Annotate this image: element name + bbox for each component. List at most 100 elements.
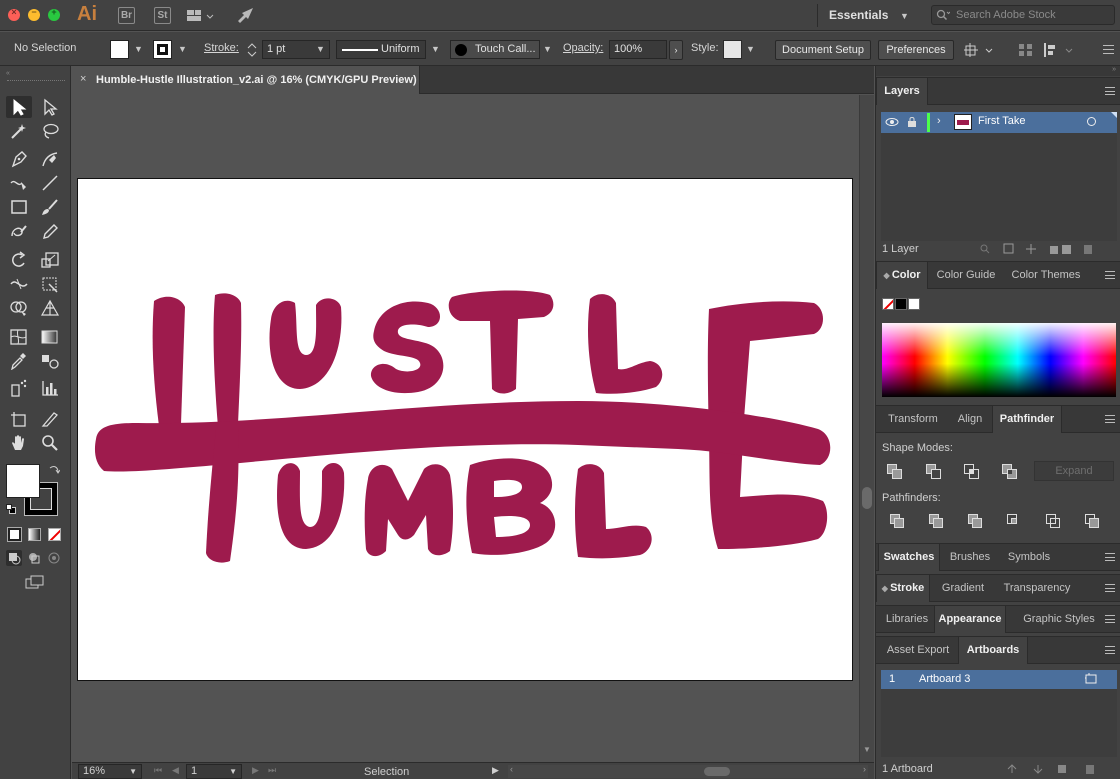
expand-layer-icon[interactable]: › — [937, 115, 941, 127]
trim-icon[interactable] — [929, 514, 945, 530]
shape-builder-tool-icon[interactable] — [6, 297, 32, 319]
scroll-down-icon[interactable]: ▼ — [863, 745, 871, 754]
lasso-tool-icon[interactable] — [37, 120, 63, 142]
scroll-thumb[interactable] — [862, 487, 872, 509]
divide-icon[interactable] — [890, 514, 906, 530]
visibility-eye-icon[interactable] — [885, 116, 899, 131]
next-artboard-icon[interactable]: ▶ — [252, 765, 259, 776]
artboard-tool-icon[interactable] — [6, 408, 32, 430]
artboard[interactable] — [77, 178, 853, 681]
arrange-documents-icon[interactable] — [186, 8, 216, 24]
appearance-tab[interactable]: Appearance — [934, 606, 1006, 633]
perspective-grid-tool-icon[interactable] — [37, 297, 63, 319]
artboard-name[interactable]: Artboard 3 — [919, 673, 970, 685]
direct-selection-tool-icon[interactable] — [37, 96, 63, 118]
rotate-tool-icon[interactable] — [6, 249, 32, 271]
color-spectrum[interactable] — [882, 323, 1116, 397]
document-setup-button[interactable]: Document Setup — [775, 40, 871, 60]
pencil-tool-icon[interactable] — [37, 220, 63, 242]
selection-align-icon[interactable] — [962, 41, 998, 59]
stock-button[interactable]: St — [154, 7, 171, 24]
minus-front-icon[interactable] — [926, 464, 942, 480]
eyedropper-tool-icon[interactable] — [6, 350, 32, 372]
hustle-humble-lettering[interactable] — [78, 179, 854, 682]
layer-name[interactable]: First Take — [978, 115, 1025, 127]
lock-icon[interactable] — [907, 116, 917, 131]
draw-behind-icon[interactable] — [26, 550, 42, 566]
opacity-field[interactable]: 100% — [609, 40, 667, 59]
first-artboard-icon[interactable]: ⏮ — [154, 765, 162, 776]
shaper-tool-icon[interactable] — [6, 220, 32, 242]
line-segment-tool-icon[interactable] — [37, 172, 63, 194]
color-themes-tab[interactable]: Color Themes — [1004, 262, 1088, 289]
selection-tool-icon[interactable] — [6, 96, 32, 118]
transform-tab[interactable]: Transform — [878, 406, 948, 433]
workspace-switcher[interactable]: Essentials — [829, 8, 888, 22]
stroke-label[interactable]: Stroke: — [204, 42, 239, 54]
draw-inside-icon[interactable] — [46, 550, 62, 566]
black-swatch[interactable] — [895, 298, 907, 310]
swatches-tab[interactable]: Swatches — [878, 544, 940, 571]
horizontal-scrollbar[interactable]: ‹ › — [508, 764, 868, 778]
stroke-menu-icon[interactable] — [1105, 584, 1115, 592]
fill-color-box[interactable] — [6, 464, 40, 498]
panel-menu-icon[interactable] — [1103, 45, 1114, 54]
stroke-dropdown-icon[interactable]: ▼ — [178, 44, 187, 54]
previous-artboard-icon[interactable]: ◀ — [172, 765, 179, 776]
opacity-label[interactable]: Opacity: — [563, 42, 603, 54]
color-mode-button[interactable] — [7, 527, 22, 542]
swap-fill-stroke-icon[interactable] — [48, 464, 61, 476]
last-artboard-icon[interactable]: ⏭ — [268, 765, 276, 776]
target-circle-icon[interactable] — [1087, 117, 1096, 126]
document-tab[interactable]: × Humble-Hustle Illustration_v2.ai @ 16%… — [72, 66, 420, 94]
minimize-window-button[interactable]: − — [28, 7, 40, 21]
pen-tool-icon[interactable] — [6, 148, 32, 170]
none-swatch[interactable] — [882, 298, 894, 310]
appearance-menu-icon[interactable] — [1105, 615, 1115, 623]
status-menu-icon[interactable]: ▶ — [492, 765, 499, 776]
brushes-tab[interactable]: Brushes — [942, 544, 998, 571]
artboards-tab[interactable]: Artboards — [958, 637, 1028, 664]
vertical-scrollbar[interactable]: ▼ — [859, 95, 874, 762]
fill-swatch[interactable] — [110, 40, 129, 59]
slice-tool-icon[interactable] — [37, 408, 63, 430]
gradient-tab[interactable]: Gradient — [933, 575, 993, 602]
width-tool-icon[interactable] — [6, 273, 32, 295]
free-transform-tool-icon[interactable] — [37, 273, 63, 295]
artboard-options-icon[interactable] — [1084, 673, 1099, 688]
unite-icon[interactable] — [887, 464, 903, 480]
opacity-slider-button[interactable]: › — [669, 40, 683, 60]
zoom-window-button[interactable]: + — [48, 7, 60, 21]
color-menu-icon[interactable] — [1105, 271, 1115, 279]
layers-tab[interactable]: Layers — [876, 78, 928, 105]
preferences-button[interactable]: Preferences — [878, 40, 954, 60]
graphic-styles-tab[interactable]: Graphic Styles — [1010, 606, 1108, 633]
intersect-icon[interactable] — [964, 464, 980, 480]
column-graph-tool-icon[interactable] — [37, 377, 63, 399]
symbols-tab[interactable]: Symbols — [1000, 544, 1058, 571]
zoom-field[interactable]: 16% ▼ — [78, 764, 142, 779]
none-mode-button[interactable] — [48, 528, 61, 541]
close-tab-icon[interactable]: × — [80, 73, 86, 85]
white-swatch[interactable] — [908, 298, 920, 310]
color-guide-tab[interactable]: Color Guide — [931, 262, 1001, 289]
asset-export-tab[interactable]: Asset Export — [878, 637, 958, 664]
align-icon[interactable] — [1016, 41, 1036, 59]
default-fill-stroke-icon[interactable] — [6, 504, 16, 514]
scale-tool-icon[interactable] — [37, 249, 63, 271]
draw-normal-icon[interactable] — [6, 550, 22, 566]
artboards-menu-icon[interactable] — [1105, 646, 1115, 654]
blend-tool-icon[interactable] — [37, 350, 63, 372]
artboard-number-field[interactable]: 1 ▼ — [186, 764, 242, 779]
rectangle-tool-icon[interactable] — [6, 196, 32, 218]
paintbrush-tool-icon[interactable] — [37, 196, 63, 218]
anchor-point-tool-icon[interactable] — [6, 172, 32, 194]
pathfinder-menu-icon[interactable] — [1105, 415, 1115, 423]
outline-icon[interactable] — [1046, 514, 1062, 530]
magic-wand-tool-icon[interactable] — [6, 120, 32, 142]
libraries-tab[interactable]: Libraries — [878, 606, 936, 633]
exclude-icon[interactable] — [1002, 464, 1018, 480]
pathfinder-tab[interactable]: Pathfinder — [992, 406, 1062, 433]
swatches-menu-icon[interactable] — [1105, 553, 1115, 561]
layer-row[interactable]: › First Take — [881, 112, 1117, 133]
